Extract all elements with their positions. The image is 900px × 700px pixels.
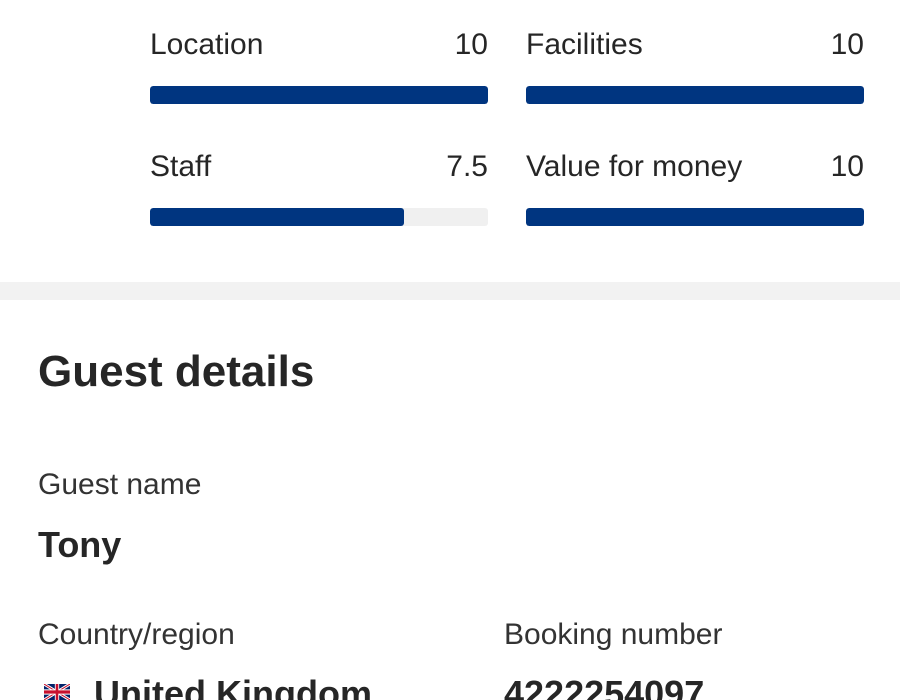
rating-label: Facilities <box>526 28 643 61</box>
rating-label: Value for money <box>526 150 743 183</box>
rating-label: Location <box>150 28 264 61</box>
guest-name-value: Tony <box>38 524 122 565</box>
uk-flag-icon <box>44 684 70 700</box>
rating-bar-track <box>526 208 864 226</box>
rating-bar-track <box>150 86 488 104</box>
category-ratings: Location 10 Facilities 10 Staff 7.5 Valu… <box>0 0 900 282</box>
rating-bar-track <box>150 208 488 226</box>
rating-bar-fill <box>526 208 864 226</box>
section-title: Guest details <box>38 347 315 396</box>
rating-bar-fill <box>150 208 404 226</box>
rating-label: Staff <box>150 150 212 183</box>
section-divider <box>0 282 900 300</box>
rating-score: 10 <box>830 28 864 61</box>
booking-number-label: Booking number <box>504 618 723 651</box>
rating-bar-fill <box>526 86 864 104</box>
review-page: Location 10 Facilities 10 Staff 7.5 Valu… <box>0 0 900 700</box>
guest-name-label: Guest name <box>38 468 202 501</box>
rating-bar-fill <box>150 86 488 104</box>
country-value: United Kingdom <box>94 673 372 700</box>
rating-bar-track <box>526 86 864 104</box>
rating-score: 10 <box>454 28 488 61</box>
booking-number-value: 4222254097 <box>504 673 705 700</box>
rating-score: 10 <box>830 150 864 183</box>
country-label: Country/region <box>38 618 235 651</box>
rating-score: 7.5 <box>446 150 488 183</box>
